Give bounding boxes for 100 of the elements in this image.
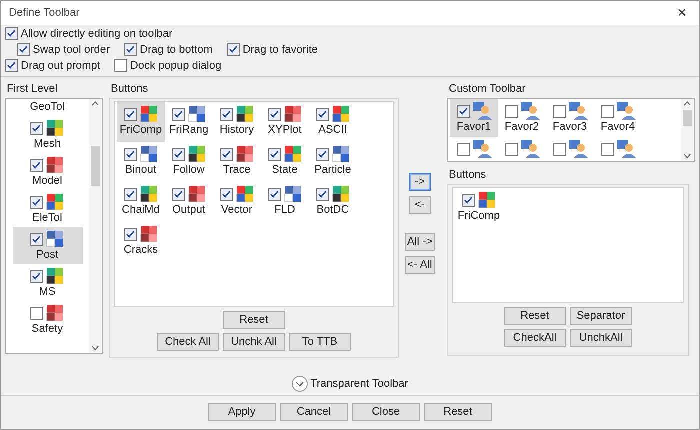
toolbar-item[interactable]: State xyxy=(261,142,309,182)
toolbar-item[interactable]: BotDC xyxy=(309,182,357,222)
checkbox[interactable] xyxy=(172,108,184,120)
checkbox[interactable] xyxy=(456,104,470,118)
toolbar-item[interactable]: Favor2 xyxy=(498,99,546,137)
checkbox[interactable] xyxy=(268,148,280,160)
checkbox[interactable] xyxy=(220,108,232,120)
toolbar-item[interactable]: Cracks xyxy=(117,222,165,262)
action-button[interactable]: To TTB xyxy=(289,333,351,351)
toolbar-item[interactable]: Trace xyxy=(213,142,261,182)
list-item[interactable]: EleTol xyxy=(12,190,82,227)
footer-button[interactable]: Close xyxy=(352,403,420,421)
user-computer-icon xyxy=(520,101,540,121)
checkbox[interactable] xyxy=(268,108,280,120)
checkbox[interactable] xyxy=(220,148,232,160)
footer-button[interactable]: Cancel xyxy=(280,403,348,421)
checkbox[interactable] xyxy=(5,27,18,40)
toolbar-item[interactable]: XYPlot xyxy=(261,102,309,142)
transfer-button[interactable]: <- All xyxy=(405,256,435,274)
action-button[interactable]: Check All xyxy=(157,333,219,351)
checkbox[interactable] xyxy=(124,43,138,56)
toolbar-item[interactable]: Output xyxy=(165,182,213,222)
checkbox[interactable] xyxy=(30,122,43,134)
item-label: Cracks xyxy=(124,244,158,257)
checkbox[interactable] xyxy=(316,148,328,160)
item-label: BotDC xyxy=(316,204,350,217)
scrollbar[interactable] xyxy=(89,99,102,353)
checkbox[interactable] xyxy=(504,142,518,156)
checkbox[interactable] xyxy=(600,104,614,118)
footer-button[interactable]: Reset xyxy=(424,403,492,421)
action-button[interactable]: UnchkAll xyxy=(570,329,632,347)
list-item[interactable]: MS xyxy=(12,264,82,301)
checkbox[interactable] xyxy=(124,188,136,200)
close-button[interactable]: ✕ xyxy=(673,6,691,20)
item-label: State xyxy=(272,164,298,177)
scroll-thumb[interactable] xyxy=(683,110,692,126)
checkbox[interactable] xyxy=(552,142,566,156)
checkbox[interactable] xyxy=(172,188,184,200)
scroll-up-icon[interactable] xyxy=(92,101,99,106)
checkbox[interactable] xyxy=(17,43,30,56)
checkbox[interactable] xyxy=(30,232,43,246)
transfer-button[interactable]: <- xyxy=(409,196,431,214)
toolbar-item[interactable]: FriComp xyxy=(117,102,165,142)
checkbox[interactable] xyxy=(124,148,136,160)
toolbar-item[interactable]: FriRang xyxy=(165,102,213,142)
toolbar-item[interactable]: Vector xyxy=(213,182,261,222)
checkbox[interactable] xyxy=(124,108,136,120)
expand-toggle[interactable] xyxy=(292,376,308,392)
list-item[interactable]: Post xyxy=(12,227,82,264)
checkbox[interactable] xyxy=(456,142,470,156)
checkbox[interactable] xyxy=(30,306,43,320)
footer-button[interactable]: Apply xyxy=(208,403,276,421)
list-item[interactable]: Mesh xyxy=(12,116,82,153)
action-button[interactable]: CheckAll xyxy=(504,329,566,347)
checkbox[interactable] xyxy=(268,188,280,200)
scroll-down-icon[interactable] xyxy=(92,346,99,351)
list-item[interactable]: GeoTol xyxy=(12,99,82,116)
transfer-button[interactable]: All -> xyxy=(405,233,435,251)
scroll-down-icon[interactable] xyxy=(684,154,691,159)
tool-icon xyxy=(282,104,302,124)
checkbox[interactable] xyxy=(30,158,43,172)
toolbar-item[interactable]: Binout xyxy=(117,142,165,182)
list-item[interactable]: Model xyxy=(12,153,82,190)
action-button[interactable]: Reset xyxy=(504,307,566,325)
checkbox[interactable] xyxy=(600,142,614,156)
scroll-thumb[interactable] xyxy=(91,146,100,186)
checkbox[interactable] xyxy=(462,194,474,206)
checkbox[interactable] xyxy=(220,188,232,200)
checkbox[interactable] xyxy=(30,196,43,208)
user-computer-icon xyxy=(472,101,492,121)
scroll-up-icon[interactable] xyxy=(684,101,691,106)
toolbar-item[interactable]: Favor4 xyxy=(594,99,642,137)
checkbox[interactable] xyxy=(30,270,43,282)
item-label: History xyxy=(220,124,254,137)
transfer-button[interactable]: -> xyxy=(409,173,431,191)
action-button[interactable]: Separator xyxy=(570,307,632,325)
action-button[interactable]: Unchk All xyxy=(223,333,285,351)
checkbox[interactable] xyxy=(316,108,328,120)
scrollbar[interactable] xyxy=(681,99,694,161)
checkbox[interactable] xyxy=(172,148,184,160)
checkbox[interactable] xyxy=(504,104,518,118)
toolbar-item[interactable]: FriComp xyxy=(455,188,503,228)
toolbar-item[interactable]: ChaiMd xyxy=(117,182,165,222)
toolbar-item[interactable]: History xyxy=(213,102,261,142)
checkbox[interactable] xyxy=(5,59,18,72)
tool-icon xyxy=(45,155,65,175)
toolbar-item[interactable]: FLD xyxy=(261,182,309,222)
toolbar-item[interactable]: ASCII xyxy=(309,102,357,142)
checkbox[interactable] xyxy=(124,228,136,240)
toolbar-item[interactable]: Follow xyxy=(165,142,213,182)
reset-button[interactable]: Reset xyxy=(223,311,285,329)
item-label: Binout xyxy=(125,164,157,177)
toolbar-item[interactable]: Particle xyxy=(309,142,357,182)
checkbox[interactable] xyxy=(552,104,566,118)
checkbox[interactable] xyxy=(226,43,240,56)
toolbar-item[interactable]: Favor1 xyxy=(450,99,498,137)
checkbox[interactable] xyxy=(114,59,128,72)
checkbox[interactable] xyxy=(316,188,328,200)
toolbar-item[interactable]: Favor3 xyxy=(546,99,594,137)
list-item[interactable]: Safety xyxy=(12,301,82,338)
